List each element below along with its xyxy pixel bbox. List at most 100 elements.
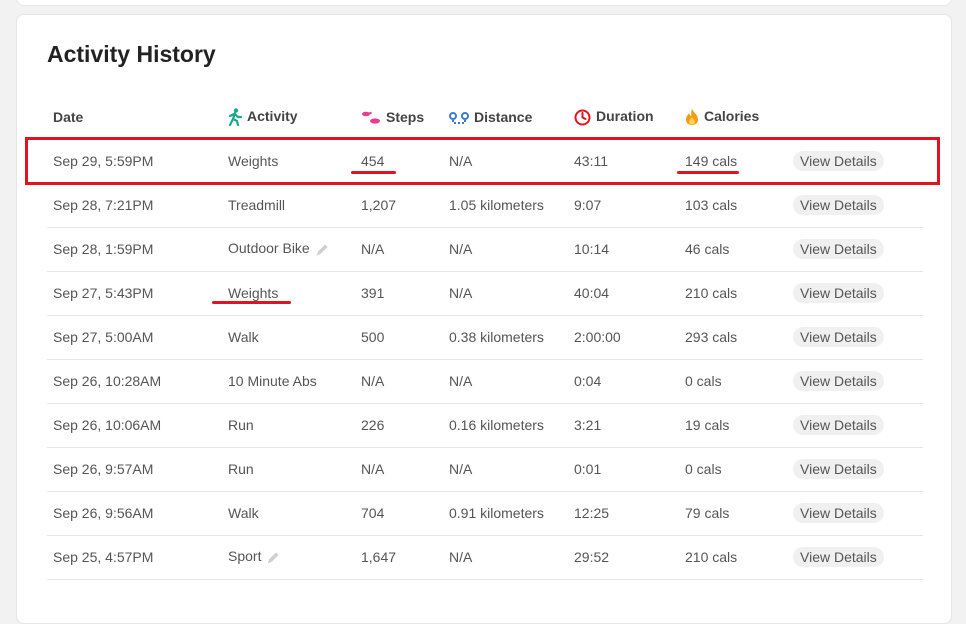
steps-value: N/A: [361, 373, 385, 389]
cell-distance: N/A: [443, 226, 568, 271]
date-value: Sep 27, 5:00AM: [53, 329, 154, 345]
footprints-icon: [362, 111, 380, 124]
header-distance[interactable]: Distance: [443, 95, 568, 139]
cell-duration: 0:01: [568, 446, 679, 491]
cell-duration: 0:04: [568, 358, 679, 403]
distance-value: N/A: [449, 285, 473, 301]
duration-value: 40:04: [574, 285, 610, 301]
steps-value: 391: [361, 285, 385, 301]
cell-distance: N/A: [443, 534, 568, 580]
flame-icon: [686, 108, 698, 125]
calories-value: 210 cals: [685, 285, 738, 301]
cell-steps: 500: [355, 314, 443, 359]
activity-value: Walk: [228, 329, 259, 345]
view-details-button[interactable]: View Details: [793, 195, 884, 215]
cell-distance: N/A: [443, 270, 568, 315]
view-details-button[interactable]: View Details: [793, 415, 884, 435]
header-actions: [787, 95, 923, 139]
table-row: Sep 27, 5:00AM Walk 500 0.38 kilometers 2:00…: [47, 314, 923, 359]
cell-calories: 0 cals: [679, 358, 787, 403]
calories-value: 19 cals: [685, 417, 730, 433]
activity-value: Treadmill: [228, 197, 286, 213]
cell-duration: 40:04: [568, 270, 679, 315]
cell-distance: 0.16 kilometers: [443, 402, 568, 447]
view-details-button[interactable]: View Details: [793, 239, 884, 259]
duration-value: 0:01: [574, 461, 602, 477]
header-steps[interactable]: Steps: [355, 95, 443, 139]
underline-annotation-steps: [351, 171, 396, 174]
activity-value: 10 Minute Abs: [228, 373, 317, 389]
steps-value: 500: [361, 329, 385, 345]
cell-date: Sep 27, 5:43PM: [47, 270, 222, 315]
duration-value: 29:52: [574, 549, 610, 565]
view-details-button[interactable]: View Details: [793, 371, 884, 391]
cell-date: Sep 28, 7:21PM: [47, 182, 222, 227]
date-value: Sep 26, 10:06AM: [53, 417, 162, 433]
cell-calories: 46 cals: [679, 226, 787, 271]
pencil-icon[interactable]: [265, 550, 281, 566]
cell-actions: View Details: [787, 314, 923, 359]
cell-distance: 1.05 kilometers: [443, 182, 568, 227]
date-value: Sep 28, 7:21PM: [53, 197, 154, 213]
distance-value: N/A: [449, 241, 473, 257]
duration-value: 2:00:00: [574, 329, 621, 345]
walking-person-icon: [228, 108, 242, 126]
cell-steps: 226: [355, 402, 443, 447]
previous-card-edge: [16, 0, 952, 6]
calories-value: 103 cals: [685, 197, 738, 213]
cell-date: Sep 28, 1:59PM: [47, 226, 222, 271]
steps-value: 1,207: [361, 197, 397, 213]
cell-duration: 3:21: [568, 402, 679, 447]
cell-calories: 19 cals: [679, 402, 787, 447]
cell-activity: Treadmill: [222, 182, 355, 227]
cell-steps: N/A: [355, 358, 443, 403]
activity-value: Walk: [228, 505, 259, 521]
view-details-button[interactable]: View Details: [793, 327, 884, 347]
cell-date: Sep 25, 4:57PM: [47, 534, 222, 580]
cell-actions: View Details: [787, 270, 923, 315]
view-details-button[interactable]: View Details: [793, 503, 884, 523]
header-duration[interactable]: Duration: [568, 95, 679, 139]
pencil-icon[interactable]: [314, 242, 330, 258]
view-details-button[interactable]: View Details: [793, 547, 884, 567]
cell-date: Sep 27, 5:00AM: [47, 314, 222, 359]
activity-value: Outdoor Bike: [228, 240, 310, 257]
table-row: Sep 27, 5:43PM Weights 391 N/A 40:04 210 cals…: [47, 270, 923, 315]
cell-calories: 293 cals: [679, 314, 787, 359]
cell-duration: 12:25: [568, 490, 679, 535]
steps-value: N/A: [361, 461, 385, 477]
cell-activity: Weights: [222, 270, 355, 315]
distance-value: N/A: [449, 373, 473, 389]
distance-value: 0.91 kilometers: [449, 505, 544, 521]
calories-value: 0 cals: [685, 373, 722, 389]
cell-activity: Sport: [222, 534, 355, 580]
route-icon: [449, 111, 469, 124]
steps-value: 1,647: [361, 549, 397, 565]
calories-value: 293 cals: [685, 329, 738, 345]
table-row: Sep 28, 7:21PM Treadmill 1,207 1.05 kilomet…: [47, 182, 923, 227]
view-details-button[interactable]: View Details: [793, 459, 884, 479]
cell-steps: 1,647: [355, 534, 443, 580]
cell-duration: 29:52: [568, 534, 679, 580]
table-row: Sep 28, 1:59PM Outdoor Bike N/A N/A 10:14 46 …: [47, 226, 923, 271]
activity-value: Weights: [228, 285, 279, 301]
header-date[interactable]: Date: [47, 95, 222, 139]
steps-value: 226: [361, 417, 385, 433]
activity-history-card: Activity History Date Activity Steps Dis…: [16, 14, 952, 624]
cell-calories: 103 cals: [679, 182, 787, 227]
cell-calories: 0 cals: [679, 446, 787, 491]
cell-actions: View Details: [787, 534, 923, 580]
table-row: Sep 26, 9:57AM Run N/A N/A 0:01 0 cals View De…: [47, 446, 923, 491]
header-calories[interactable]: Calories: [679, 95, 787, 139]
duration-value: 10:14: [574, 241, 610, 257]
date-value: Sep 28, 1:59PM: [53, 241, 154, 257]
cell-actions: View Details: [787, 182, 923, 227]
cell-distance: N/A: [443, 358, 568, 403]
header-activity[interactable]: Activity: [222, 95, 355, 139]
table-row: Sep 25, 4:57PM Sport 1,647 N/A 29:52 210 cals…: [47, 534, 923, 580]
cell-calories: 79 cals: [679, 490, 787, 535]
page-title: Activity History: [47, 41, 216, 67]
view-details-button[interactable]: View Details: [793, 283, 884, 303]
cell-activity: Outdoor Bike: [222, 226, 355, 271]
cell-activity: Walk: [222, 490, 355, 535]
